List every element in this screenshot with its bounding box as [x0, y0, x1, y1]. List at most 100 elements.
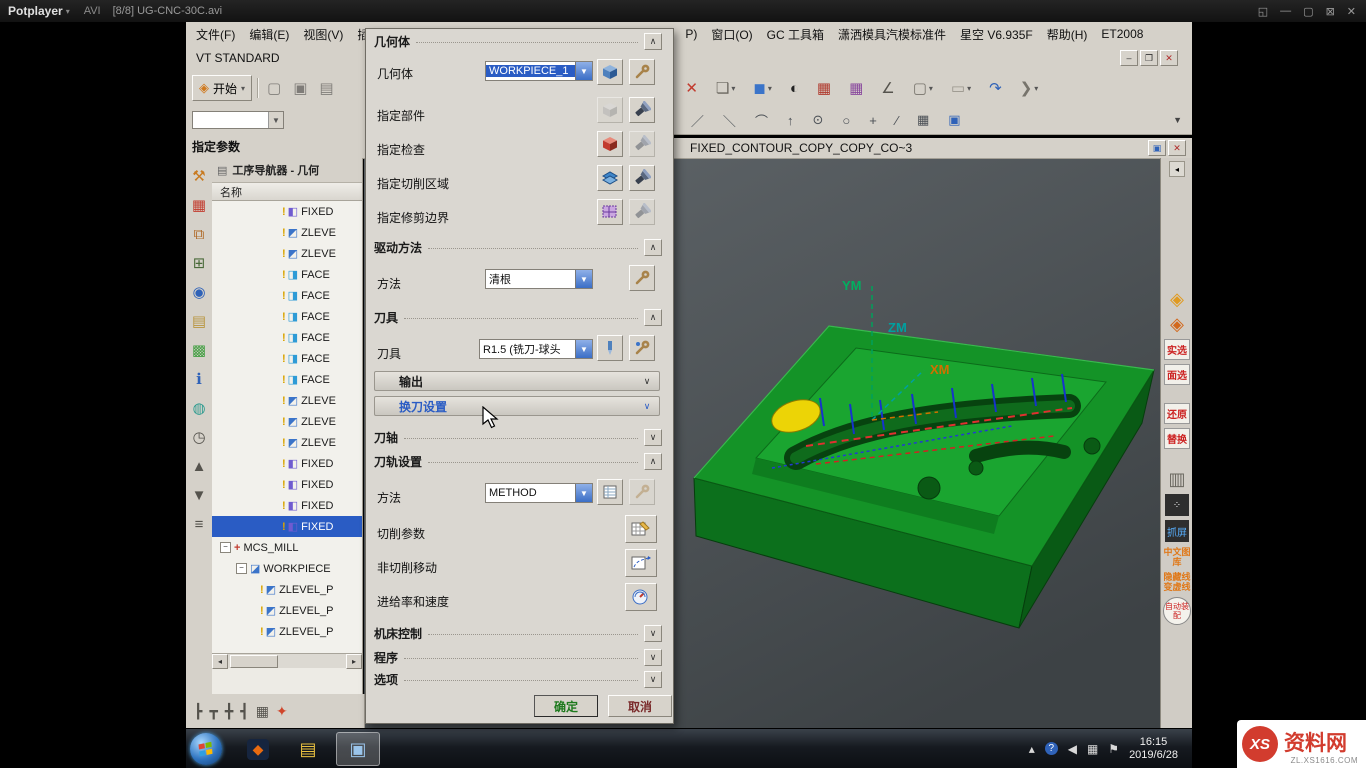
tray-hidden-icons-icon[interactable]: ▴: [1029, 742, 1035, 756]
scroll-up-icon[interactable]: ▲: [188, 455, 210, 477]
tree-branch-icon[interactable]: ┫: [240, 703, 248, 720]
ok-button[interactable]: 确定: [534, 695, 598, 717]
pattern-icon[interactable]: ▥: [1161, 469, 1193, 490]
snap-plus-icon[interactable]: +: [866, 109, 880, 132]
output-banner[interactable]: 输出∨: [374, 371, 660, 391]
collapse-geometry-icon[interactable]: ∧: [644, 33, 662, 50]
tree-row[interactable]: !◩ZLEVE: [212, 411, 362, 432]
star-diamond2-icon[interactable]: ◈: [1161, 314, 1193, 335]
tray-help-icon[interactable]: ?: [1045, 742, 1058, 755]
new-file-icon[interactable]: ▢: [264, 77, 284, 99]
view-cube-icon[interactable]: ▢▾: [910, 77, 936, 99]
tree-row[interactable]: !◨FACE: [212, 264, 362, 285]
tree-row[interactable]: !◧FIXED: [212, 495, 362, 516]
expand-program-icon[interactable]: ∨: [644, 649, 662, 666]
maximize-icon[interactable]: ▢: [1303, 5, 1313, 18]
geometry-combo[interactable]: WORKPIECE_1▼: [485, 61, 593, 81]
menu-item[interactable]: GC 工具箱: [767, 26, 824, 43]
minimize-icon[interactable]: —: [1280, 5, 1291, 18]
non-cutting-button[interactable]: [625, 549, 657, 577]
tree-grid-icon[interactable]: ▦: [256, 703, 269, 720]
snap-center-icon[interactable]: ⊙: [809, 109, 826, 132]
solid-select-button[interactable]: 实选: [1164, 339, 1190, 360]
background-icon[interactable]: ▭▾: [948, 77, 974, 99]
tree-row[interactable]: !◩ZLEVE: [212, 243, 362, 264]
viewport-scroll-icon[interactable]: ◂: [1169, 161, 1185, 177]
menu-item[interactable]: 编辑(E): [249, 26, 289, 43]
taskbar-explorer-button[interactable]: ▤: [286, 732, 330, 766]
snap-toggle-icon[interactable]: ✕: [682, 77, 701, 99]
tree-row[interactable]: !◩ZLEVEL_P: [212, 621, 362, 642]
pin-icon[interactable]: ◱: [1258, 5, 1268, 18]
navigator-column-header[interactable]: 名称: [212, 183, 362, 201]
layer-combo[interactable]: ▼: [192, 111, 284, 129]
hidden-line-button[interactable]: 隐藏线变虚线: [1163, 572, 1191, 592]
face-select-button[interactable]: 面选: [1164, 364, 1190, 385]
tree-row[interactable]: !◩ZLEVEL_P: [212, 600, 362, 621]
snap-slash-icon[interactable]: ∕: [893, 109, 901, 132]
toolbar-overflow-icon[interactable]: ▼: [1173, 115, 1182, 125]
menu-item[interactable]: P): [685, 27, 697, 41]
taskbar-photos-button[interactable]: ▣: [336, 732, 380, 766]
method-list-button[interactable]: [597, 479, 623, 505]
child-restore-icon[interactable]: ❐: [1140, 50, 1158, 66]
taskbar-clock[interactable]: 16:15 2019/6/28: [1129, 736, 1178, 762]
menu-handle-icon[interactable]: ≡: [188, 513, 210, 535]
tree-row[interactable]: !◩ZLEVEL_P: [212, 579, 362, 600]
expander-icon[interactable]: −: [236, 563, 247, 574]
snap-arc-icon[interactable]: ⌒: [752, 109, 771, 132]
render-style-icon[interactable]: ◐: [787, 77, 802, 99]
menu-item[interactable]: 文件(F): [196, 26, 235, 43]
snap-up-icon[interactable]: ↑: [784, 109, 797, 132]
more-tools-icon[interactable]: ❯▾: [1017, 77, 1042, 99]
orient-view-icon[interactable]: ↷: [986, 77, 1005, 99]
collapse-drive-icon[interactable]: ∧: [644, 239, 662, 256]
machining-wizard-icon[interactable]: ▦: [188, 194, 210, 216]
snap-end-icon[interactable]: ／: [688, 109, 707, 132]
collapse-tool-icon[interactable]: ∧: [644, 309, 662, 326]
tree-row[interactable]: !◨FACE: [212, 348, 362, 369]
close-icon[interactable]: ✕: [1347, 5, 1356, 18]
save-icon[interactable]: ▤: [316, 77, 336, 99]
specify-cut-area-button[interactable]: [597, 165, 623, 191]
tree-row[interactable]: −+MCS_MILL: [212, 537, 362, 558]
scroll-down-icon[interactable]: ▼: [188, 484, 210, 506]
tree-row[interactable]: !◩ZLEVE: [212, 432, 362, 453]
expand-options-icon[interactable]: ∨: [644, 671, 662, 688]
new-geometry-button[interactable]: [597, 59, 623, 85]
grid-snap-icon[interactable]: ▦: [914, 109, 932, 132]
cancel-button[interactable]: 取消: [608, 695, 672, 717]
tray-ime-icon[interactable]: ▦: [1087, 742, 1098, 756]
tool-change-banner[interactable]: 换刀设置∨: [374, 396, 660, 416]
tree-row[interactable]: !◩ZLEVE: [212, 390, 362, 411]
player-app-name[interactable]: Potplayer: [8, 4, 63, 18]
scroll-right-icon[interactable]: ▸: [346, 654, 362, 669]
taskbar-nx-button[interactable]: ◆: [236, 732, 280, 766]
start-button[interactable]: [190, 733, 222, 765]
tool-combo[interactable]: R1.5 (铣刀-球头▼: [479, 339, 593, 359]
menu-item[interactable]: 窗口(O): [711, 26, 752, 43]
assembly-red-icon[interactable]: ▦: [814, 77, 834, 99]
child-close-button[interactable]: ✕: [1168, 140, 1186, 156]
child-helper-icon[interactable]: ▣: [1148, 140, 1166, 156]
snap-mid-icon[interactable]: ＼: [720, 109, 739, 132]
auto-assembly-button[interactable]: 自动装配: [1163, 597, 1191, 625]
player-menu-caret-icon[interactable]: ▾: [66, 7, 70, 16]
layer-settings-icon[interactable]: ❏▾: [713, 77, 738, 99]
tree-row[interactable]: !◧FIXED: [212, 453, 362, 474]
tree-expand-icon[interactable]: ┣: [194, 703, 202, 720]
menu-item[interactable]: 视图(V): [303, 26, 343, 43]
edit-drive-method-button[interactable]: [629, 265, 655, 291]
measure-icon[interactable]: ∠: [878, 77, 897, 99]
clock-icon[interactable]: ◷: [188, 426, 210, 448]
scroll-thumb[interactable]: [230, 655, 278, 668]
tree-cross-icon[interactable]: ╋: [225, 703, 233, 720]
layers-icon[interactable]: ⧉: [188, 223, 210, 245]
menu-item[interactable]: ET2008: [1101, 27, 1143, 41]
tray-volume-icon[interactable]: ◀: [1068, 742, 1077, 756]
collapse-path-icon[interactable]: ∧: [644, 453, 662, 470]
navigator-hscrollbar[interactable]: ◂ ▸: [212, 653, 362, 668]
restore-button[interactable]: 还原: [1164, 403, 1190, 424]
hot-tool-icon[interactable]: ✦: [276, 703, 288, 720]
edit-tool-button[interactable]: [629, 335, 655, 361]
